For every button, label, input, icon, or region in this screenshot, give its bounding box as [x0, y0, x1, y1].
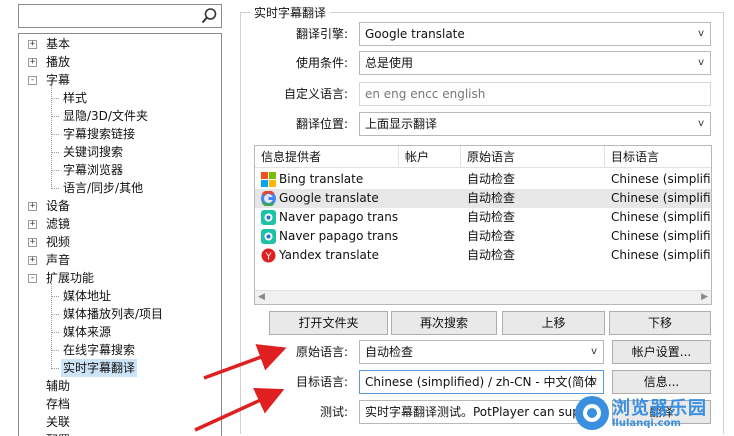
watermark-url: llulanqi.com	[612, 418, 681, 429]
watermark-text: 浏览器乐园	[612, 398, 707, 419]
annotation-arrows	[194, 344, 287, 432]
arrow-to-source-language	[203, 344, 287, 380]
arrow-to-target-language	[194, 388, 285, 432]
